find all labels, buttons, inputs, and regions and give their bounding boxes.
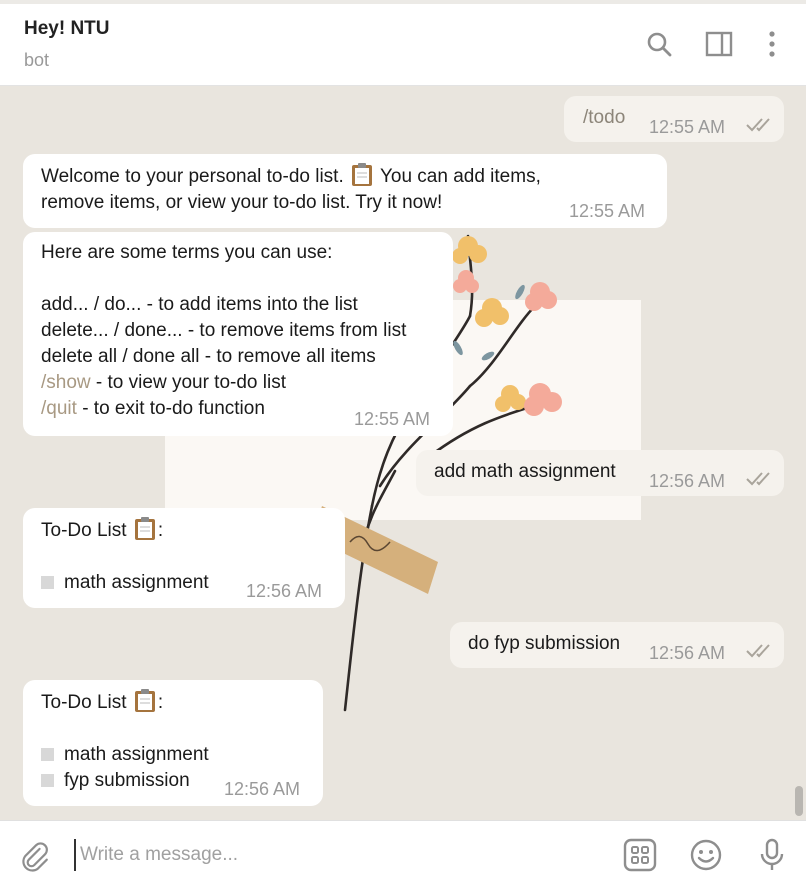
heading-suffix: :: [157, 520, 164, 541]
todo-item: math assignment: [41, 742, 305, 768]
double-check-icon: [746, 644, 770, 658]
todo-item-text: math assignment: [64, 744, 209, 765]
message-incoming[interactable]: Here are some terms you can use: add... …: [23, 232, 453, 436]
message-text: remove items, or view your to-do list. T…: [41, 192, 443, 213]
message-time: 12:55 AM: [649, 117, 726, 137]
message-outgoing[interactable]: add math assignment 12:56 AM: [416, 450, 784, 496]
message-text: Welcome to your personal to-do list.: [41, 166, 344, 187]
message-text: do fyp submission: [468, 633, 621, 654]
message-composer: [0, 820, 806, 887]
clipboard-icon: [352, 163, 373, 186]
message-text: - to exit to-do function: [76, 398, 265, 419]
command-link-quit[interactable]: /quit: [41, 398, 77, 419]
message-outgoing[interactable]: do fyp submission 12:56 AM: [450, 622, 784, 668]
todo-heading: To-Do List: [41, 520, 127, 541]
emoji-icon[interactable]: [688, 837, 724, 873]
bot-commands-icon[interactable]: [622, 837, 658, 873]
chat-history[interactable]: /todo 12:55 AM Welcome to your personal …: [0, 86, 806, 820]
message-text: - to view your to-do list: [90, 372, 286, 393]
message-text: add... / do... - to add items into the l…: [41, 294, 358, 315]
todo-item-text: math assignment: [64, 572, 209, 593]
command-link-show[interactable]: /show: [41, 372, 91, 393]
double-check-icon: [746, 472, 770, 486]
message-incoming[interactable]: To-Do List : math assignment fyp submiss…: [23, 680, 323, 806]
clipboard-icon: [134, 689, 155, 712]
paperclip-icon[interactable]: [18, 839, 52, 873]
message-text: Here are some terms you can use:: [41, 242, 333, 263]
todo-item-text: fyp submission: [64, 770, 190, 791]
message-text: You can add items,: [379, 166, 541, 187]
checkbox-icon: [41, 576, 54, 589]
message-outgoing[interactable]: /todo 12:55 AM: [564, 96, 784, 142]
chat-subtitle: bot: [24, 50, 50, 70]
message-line: Welcome to your personal to-do list. You…: [41, 162, 649, 190]
message-text: delete all / done all - to remove all it…: [41, 346, 376, 367]
message-input[interactable]: [74, 839, 574, 871]
chat-scrollbar[interactable]: [795, 786, 803, 816]
message-line: /show - to view your to-do list: [41, 370, 435, 396]
chat-title[interactable]: Hey! NTU: [24, 18, 110, 40]
chat-header: Hey! NTU bot: [0, 4, 806, 86]
heading-suffix: :: [157, 692, 164, 713]
message-time: 12:56 AM: [224, 779, 301, 799]
message-text: add math assignment: [434, 461, 616, 482]
message-time: 12:55 AM: [569, 201, 646, 221]
message-time: 12:55 AM: [354, 409, 431, 429]
message-text: delete... / done... - to remove items fr…: [41, 320, 407, 341]
more-vertical-icon[interactable]: [756, 28, 788, 60]
message-incoming[interactable]: To-Do List : math assignment 12:56 AM: [23, 508, 345, 608]
message-time: 12:56 AM: [649, 471, 726, 491]
message-line: To-Do List :: [41, 516, 327, 544]
checkbox-icon: [41, 774, 54, 787]
message-line: To-Do List :: [41, 688, 305, 716]
clipboard-icon: [134, 517, 155, 540]
message-text: /todo: [583, 107, 626, 128]
todo-heading: To-Do List: [41, 692, 127, 713]
message-incoming[interactable]: Welcome to your personal to-do list. You…: [23, 154, 667, 228]
message-time: 12:56 AM: [649, 643, 726, 663]
microphone-icon[interactable]: [754, 837, 790, 873]
double-check-icon: [746, 118, 770, 132]
search-icon[interactable]: [643, 28, 675, 60]
message-time: 12:56 AM: [246, 581, 323, 601]
checkbox-icon: [41, 748, 54, 761]
sidebar-toggle-icon[interactable]: [703, 28, 735, 60]
